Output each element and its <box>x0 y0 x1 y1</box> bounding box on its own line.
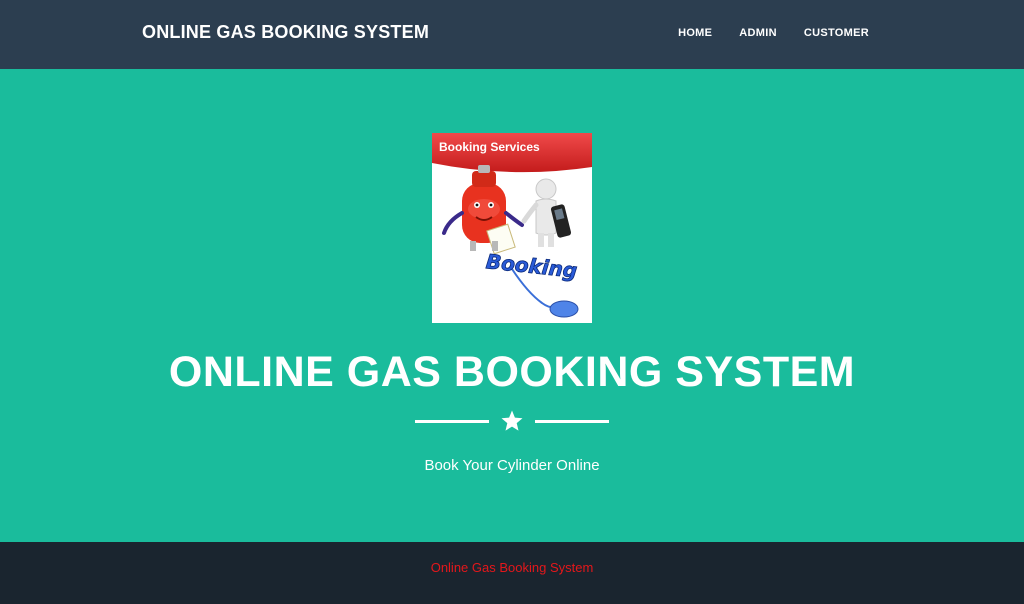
footer: Online Gas Booking System <box>0 542 1024 604</box>
divider-line-left <box>415 420 489 423</box>
hero-subtitle: Book Your Cylinder Online <box>424 457 600 474</box>
nav-home-link[interactable]: HOME <box>678 27 712 39</box>
booking-services-image: Booking Services Booking <box>432 133 592 323</box>
nav-customer-link[interactable]: CUSTOMER <box>804 27 869 39</box>
footer-text: Online Gas Booking System <box>430 560 594 575</box>
navbar: ONLINE GAS BOOKING SYSTEM HOME ADMIN CUS… <box>0 0 1024 69</box>
nav-menu: HOME ADMIN CUSTOMER <box>678 27 869 39</box>
gas-cylinder-mascot-illustration: Booking <box>442 165 579 318</box>
divider-line-right <box>535 420 609 423</box>
brand-link[interactable]: ONLINE GAS BOOKING SYSTEM <box>142 22 429 43</box>
star-icon <box>501 410 523 431</box>
hero-title: ONLINE GAS BOOKING SYSTEM <box>168 348 856 396</box>
nav-admin-link[interactable]: ADMIN <box>739 27 777 39</box>
star-divider <box>415 409 609 433</box>
logo-booking-word: Booking <box>485 249 578 282</box>
masthead: Booking Services Booking ONLINE GAS BOOK… <box>0 69 1024 542</box>
